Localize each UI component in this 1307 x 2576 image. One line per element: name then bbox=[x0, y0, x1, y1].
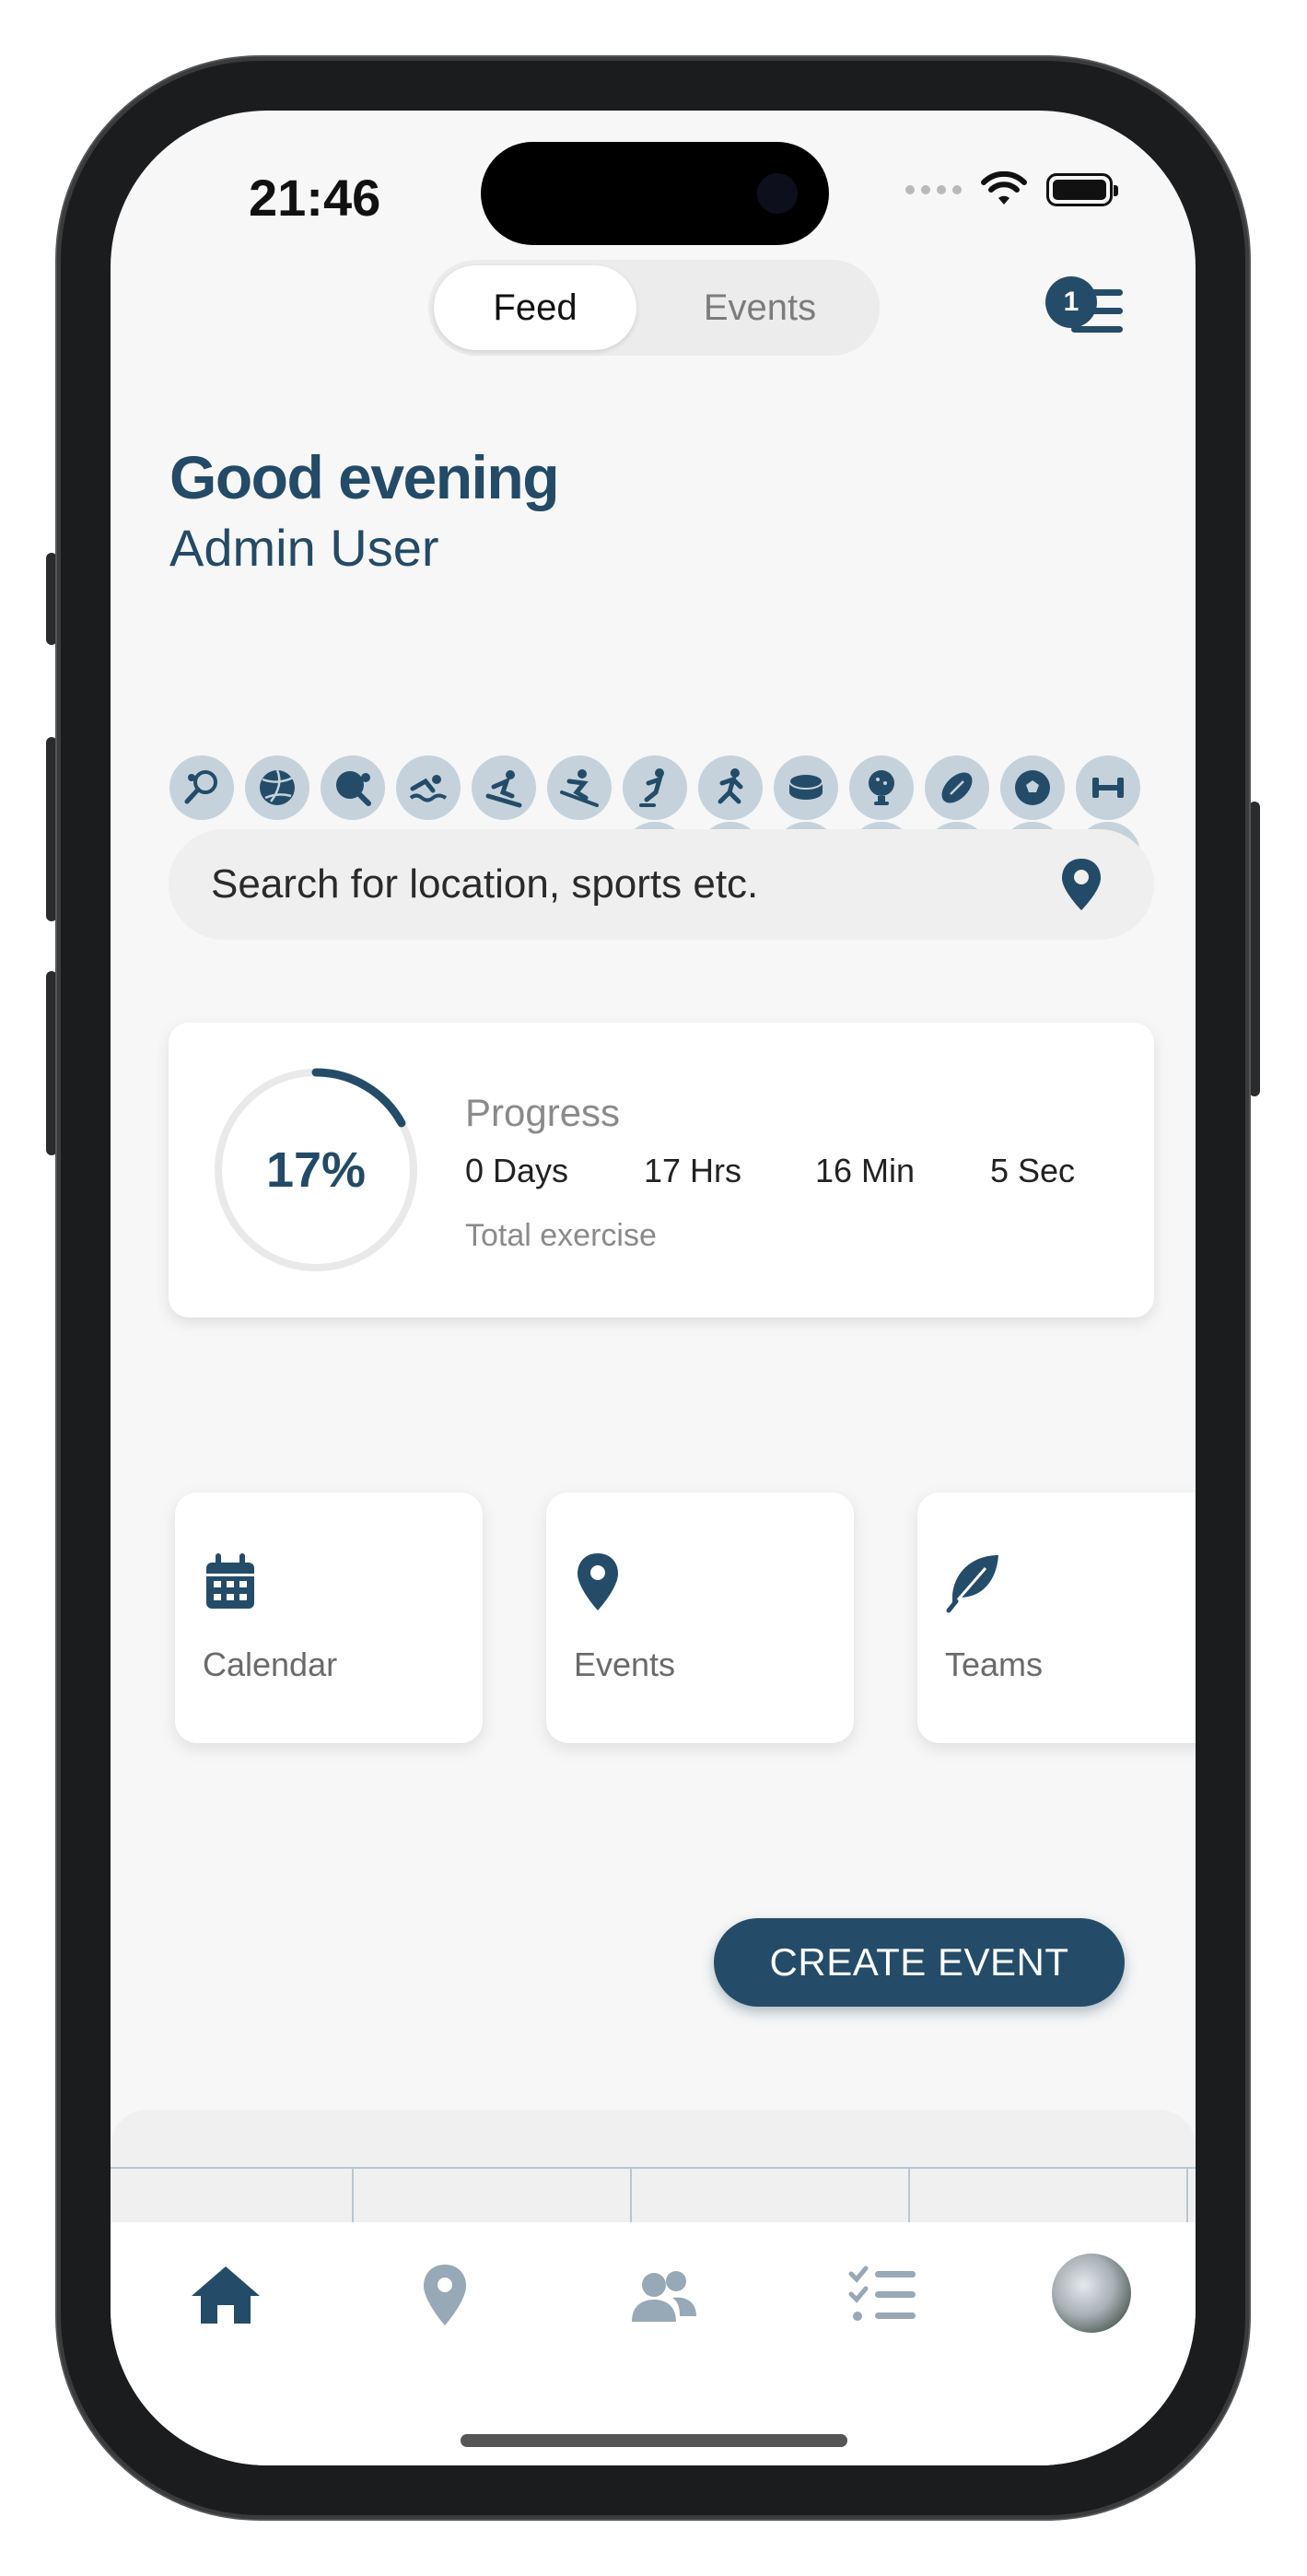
tab-home[interactable] bbox=[184, 2254, 267, 2336]
skating-icon[interactable] bbox=[623, 755, 687, 820]
tab-events[interactable]: Events bbox=[649, 265, 870, 350]
status-time: 21:46 bbox=[249, 169, 381, 227]
wifi-icon bbox=[981, 171, 1027, 205]
progress-seconds: 5 Sec bbox=[990, 1152, 1076, 1189]
sheet-grid-line bbox=[111, 2167, 1196, 2169]
tab-feed[interactable]: Feed bbox=[434, 265, 636, 350]
tab-map[interactable] bbox=[403, 2254, 486, 2336]
feather-icon bbox=[946, 1555, 998, 1613]
sport-filter-row bbox=[169, 755, 1140, 820]
calendar-icon bbox=[206, 1553, 254, 1609]
feed-events-segmented-control: Feed Events bbox=[428, 260, 880, 356]
greeting-title: Good evening bbox=[169, 443, 560, 511]
progress-title: Progress bbox=[465, 1091, 621, 1134]
progress-minutes: 16 Min bbox=[815, 1152, 916, 1189]
hockey-puck-icon[interactable] bbox=[774, 755, 838, 820]
power-button bbox=[1249, 802, 1260, 1096]
badminton-icon[interactable] bbox=[169, 755, 234, 820]
teams-card-label: Teams bbox=[945, 1645, 1044, 1683]
volleyball-icon[interactable] bbox=[245, 755, 309, 820]
weightlifting-icon[interactable] bbox=[1076, 755, 1140, 820]
progress-subtitle: Total exercise bbox=[465, 1218, 657, 1253]
location-pin-icon[interactable] bbox=[1058, 857, 1104, 912]
app-screen: 21:46 Feed Events 1 Good evening Admin U… bbox=[111, 111, 1196, 2465]
skiing-icon[interactable] bbox=[547, 755, 612, 820]
running-icon[interactable] bbox=[698, 755, 763, 820]
map-pin-icon bbox=[424, 2265, 466, 2325]
teams-card[interactable]: Teams bbox=[917, 1493, 1196, 1743]
signal-icon bbox=[905, 185, 962, 194]
calendar-card-label: Calendar bbox=[203, 1645, 338, 1683]
menu-button[interactable]: 1 bbox=[1045, 276, 1138, 350]
soccer-ball-icon[interactable] bbox=[1000, 755, 1065, 820]
checklist-icon bbox=[848, 2266, 916, 2321]
search-input[interactable]: Search for location, sports etc. bbox=[211, 829, 758, 940]
golf-icon[interactable] bbox=[849, 755, 914, 820]
snowboarding-icon[interactable] bbox=[472, 755, 536, 820]
swimming-icon[interactable] bbox=[396, 755, 461, 820]
progress-percent: 17% bbox=[265, 1142, 367, 1198]
location-pin-icon bbox=[578, 1553, 618, 1610]
home-icon bbox=[192, 2266, 260, 2324]
events-card[interactable]: Events bbox=[546, 1493, 854, 1743]
tab-people[interactable] bbox=[623, 2254, 706, 2336]
progress-hours: 17 Hrs bbox=[644, 1152, 742, 1189]
progress-card[interactable]: 17% Progress 0 Days 17 Hrs 16 Min 5 Sec … bbox=[169, 1023, 1154, 1317]
progress-days: 0 Days bbox=[465, 1152, 569, 1189]
battery-icon bbox=[1046, 173, 1118, 206]
action-button bbox=[46, 553, 57, 645]
volume-up-button bbox=[46, 737, 57, 921]
events-card-label: Events bbox=[574, 1645, 676, 1683]
people-icon bbox=[632, 2271, 696, 2322]
camera-icon bbox=[757, 173, 798, 214]
dynamic-island bbox=[481, 142, 829, 245]
home-indicator[interactable] bbox=[461, 2434, 847, 2447]
search-bar[interactable]: Search for location, sports etc. bbox=[169, 829, 1154, 940]
table-tennis-icon[interactable] bbox=[321, 755, 385, 820]
user-name: Admin User bbox=[169, 519, 439, 577]
notification-badge: 1 bbox=[1045, 276, 1097, 328]
bottom-sheet[interactable] bbox=[111, 2110, 1196, 2239]
calendar-card[interactable]: Calendar bbox=[175, 1493, 483, 1743]
american-football-icon[interactable] bbox=[925, 755, 989, 820]
volume-down-button bbox=[46, 971, 57, 1155]
create-event-button[interactable]: CREATE EVENT bbox=[714, 1918, 1125, 2007]
profile-avatar[interactable] bbox=[1052, 2254, 1131, 2333]
tab-tasks[interactable] bbox=[842, 2254, 925, 2336]
status-icons bbox=[905, 171, 1118, 208]
